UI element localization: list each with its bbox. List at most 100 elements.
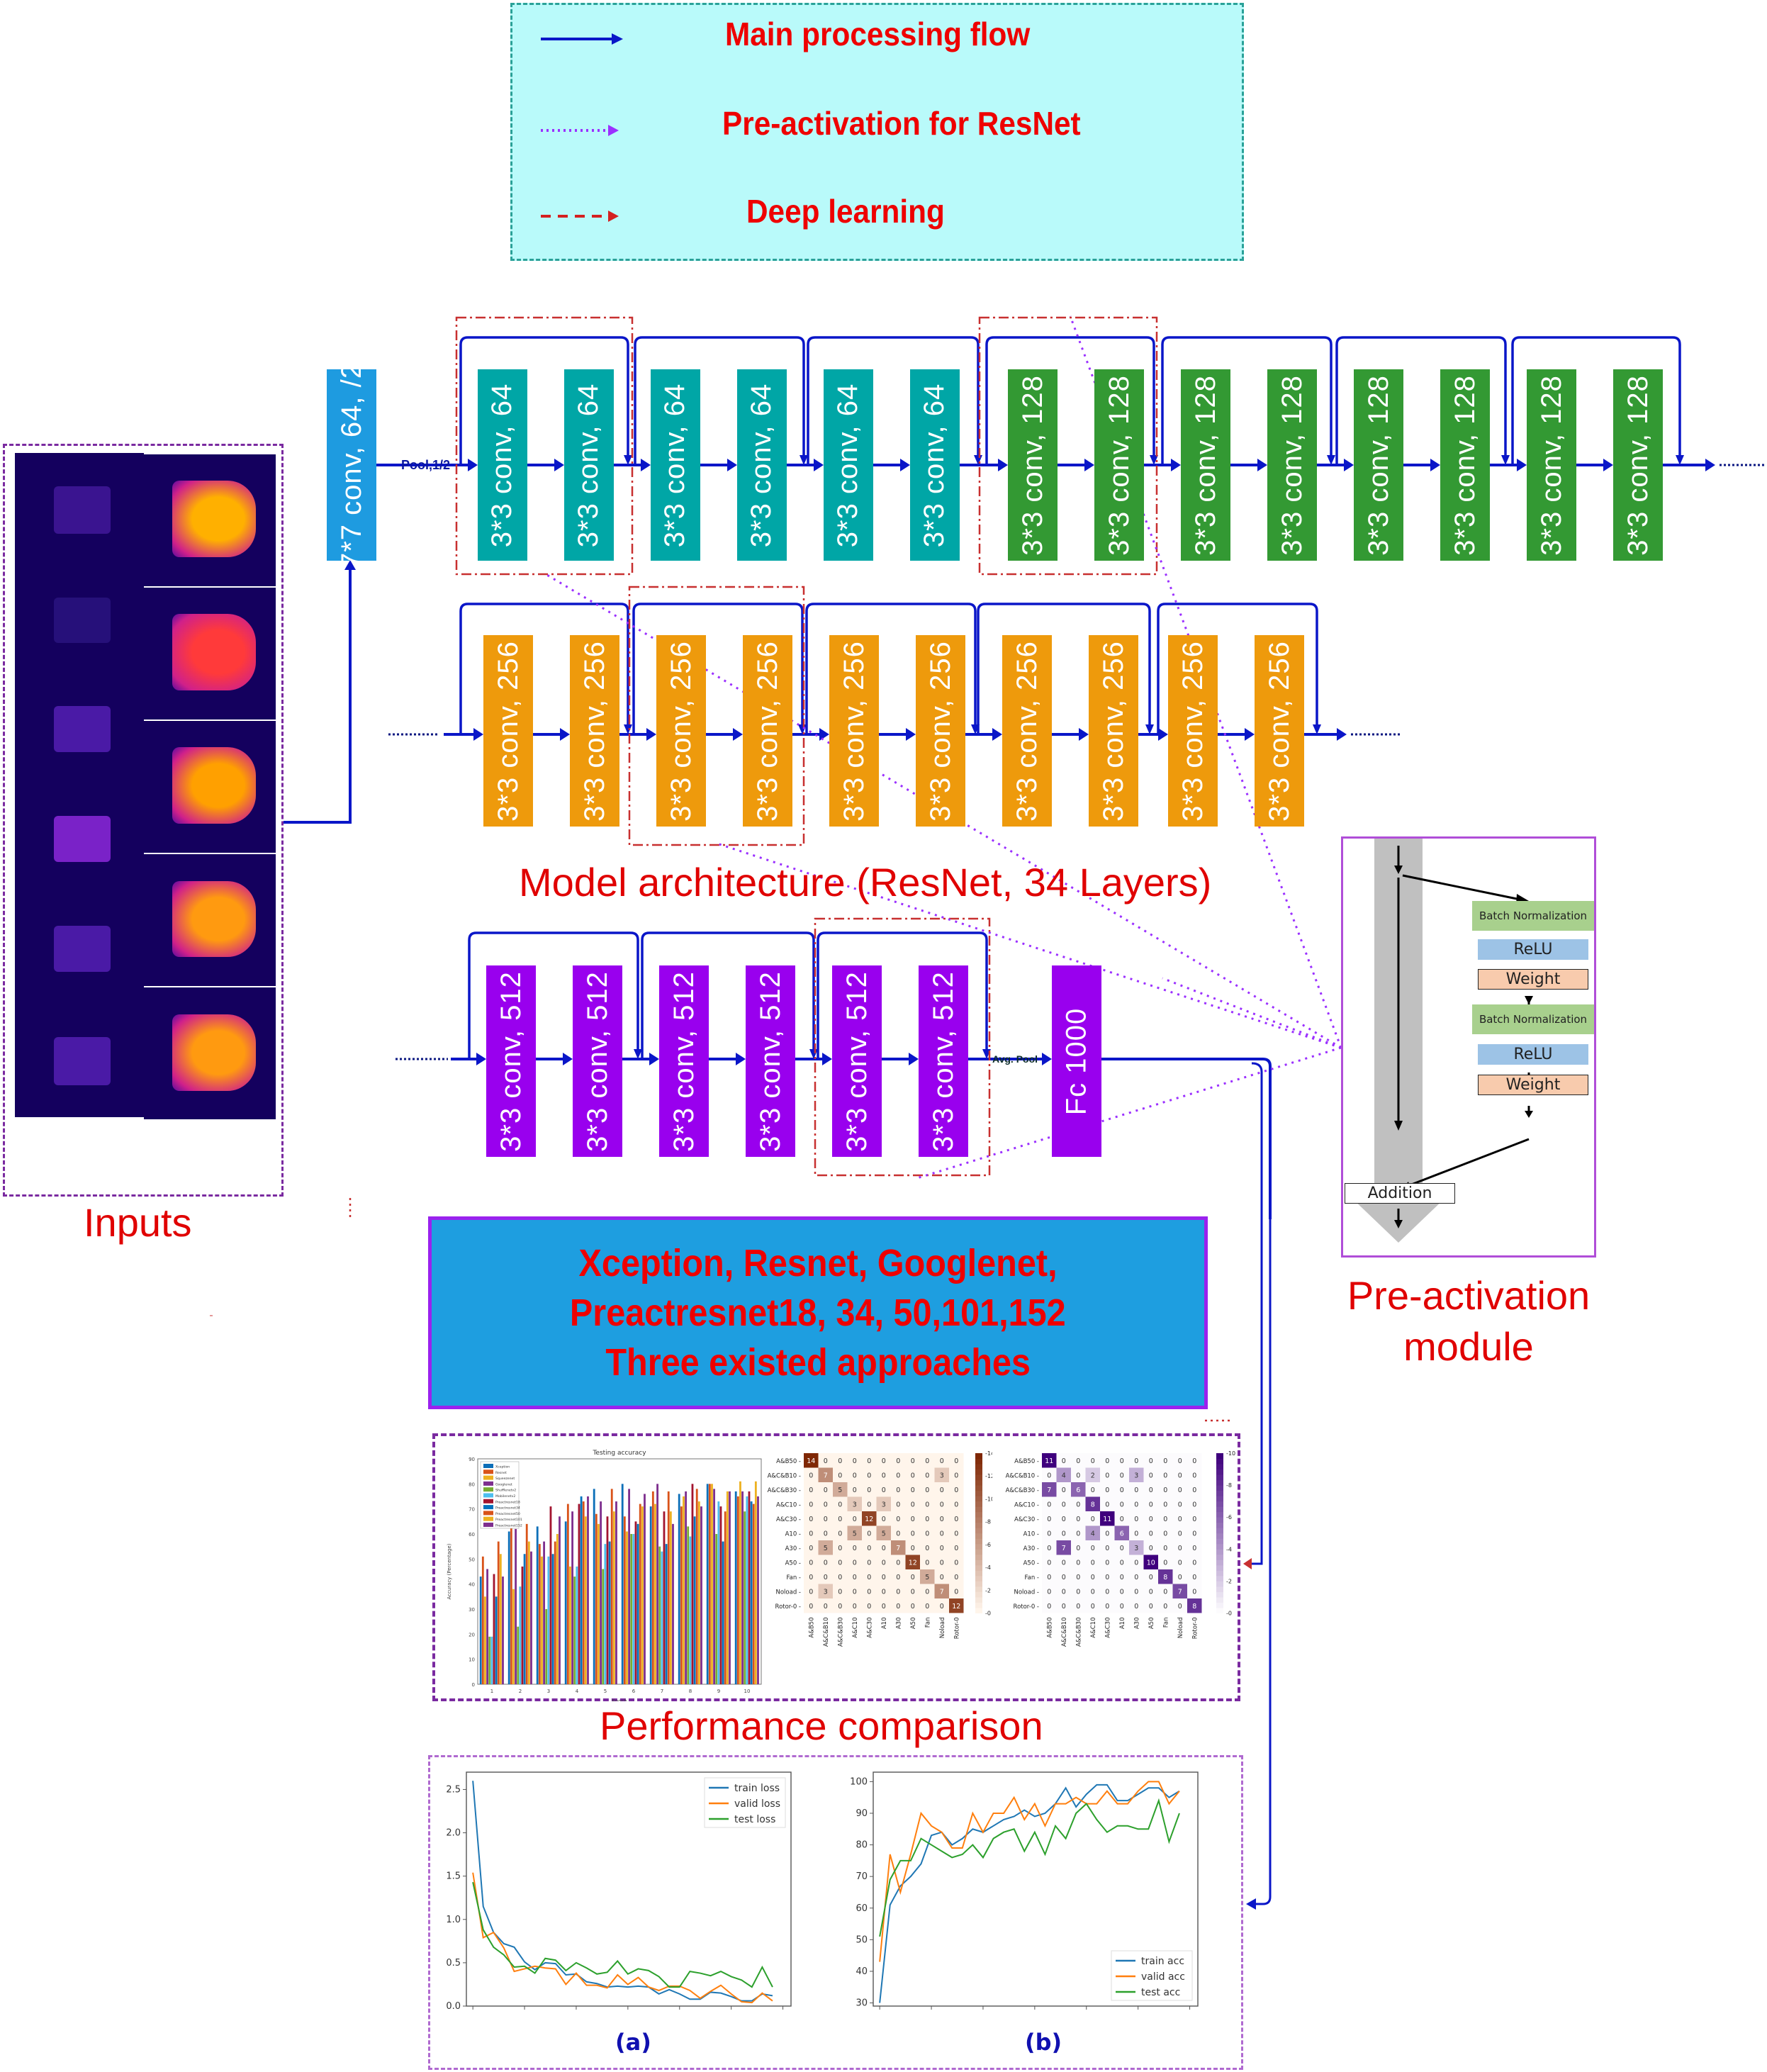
bar xyxy=(726,1491,729,1684)
cell-value: 0 xyxy=(954,1559,958,1567)
cell-value: 0 xyxy=(824,1574,828,1581)
colorbar-tick: -0 xyxy=(1226,1611,1232,1617)
bar xyxy=(545,1609,548,1684)
bar xyxy=(634,1521,637,1684)
cell-value: 0 xyxy=(853,1545,857,1552)
cell-value: 0 xyxy=(1192,1486,1196,1494)
bar xyxy=(493,1574,495,1684)
colorbar-segment xyxy=(975,1479,982,1486)
cell-value: 0 xyxy=(867,1559,871,1567)
cell-value: 0 xyxy=(1091,1603,1095,1611)
stage3-conv-block: 3*3 conv, 256 xyxy=(743,635,792,827)
stage4-conv-block: 3*3 conv, 512 xyxy=(573,965,622,1157)
colorbar-segment xyxy=(1216,1522,1223,1528)
legend-label: Preactresnet101 xyxy=(495,1518,522,1522)
bar xyxy=(708,1484,711,1684)
cell-value: 0 xyxy=(1105,1501,1109,1508)
arrow-head-icon xyxy=(909,1053,919,1065)
cell-value: 0 xyxy=(896,1457,900,1465)
legend-swatch xyxy=(483,1475,493,1480)
stage1-conv-block: 3*3 conv, 64 xyxy=(737,369,787,561)
arrow-head-icon xyxy=(624,455,632,465)
column-label: A&C30 xyxy=(1104,1618,1111,1638)
bar xyxy=(517,1626,520,1684)
cell-value: 0 xyxy=(911,1603,915,1611)
row-label: A50 - xyxy=(785,1559,801,1567)
bar xyxy=(717,1501,720,1684)
bar xyxy=(729,1491,731,1684)
cell-value: 0 xyxy=(867,1574,871,1581)
column-label: A&C10 xyxy=(1090,1618,1097,1638)
bar xyxy=(521,1566,524,1684)
colorbar-segment xyxy=(1216,1533,1223,1539)
bar xyxy=(551,1554,554,1684)
cell-value: 0 xyxy=(1149,1603,1153,1611)
bar xyxy=(641,1506,644,1684)
cell-value: 0 xyxy=(1120,1486,1124,1494)
cell-value: 0 xyxy=(954,1486,958,1494)
cell-value: 0 xyxy=(1105,1457,1109,1465)
row-label: A30 - xyxy=(1023,1545,1039,1552)
cell-value: 0 xyxy=(911,1545,915,1552)
conv-block-label: 3*3 conv, 128 xyxy=(1016,374,1048,556)
cell-value: 0 xyxy=(1163,1472,1167,1479)
conv-block-label: 3*3 conv, 256 xyxy=(492,640,524,822)
stage4-conv-block: 3*3 conv, 512 xyxy=(746,965,795,1157)
cell-value: 0 xyxy=(940,1545,944,1552)
stage2-conv-block: 3*3 conv, 128 xyxy=(1440,369,1490,561)
row-label: A&C10 - xyxy=(1014,1501,1039,1508)
cell-value: 0 xyxy=(1149,1501,1153,1508)
cell-value: 0 xyxy=(1134,1603,1138,1611)
stage1-conv-block: 3*3 conv, 64 xyxy=(910,369,960,561)
cell-value: 0 xyxy=(809,1559,813,1567)
cell-value: 0 xyxy=(1192,1530,1196,1538)
cell-value: 0 xyxy=(1091,1516,1095,1523)
bar xyxy=(741,1491,744,1684)
cell-value: 0 xyxy=(940,1530,944,1538)
legend-label: Squeezenet xyxy=(495,1477,515,1481)
colorbar-tick: -2 xyxy=(1226,1578,1232,1584)
cell-value: 0 xyxy=(1105,1530,1109,1538)
cell-value: 0 xyxy=(896,1588,900,1596)
legend-swatch xyxy=(483,1505,493,1510)
cell-value: 0 xyxy=(896,1516,900,1523)
bar xyxy=(486,1569,488,1684)
stage4-conv-block: 3*3 conv, 512 xyxy=(832,965,882,1157)
bar xyxy=(639,1503,641,1684)
conv-block-label: 3*3 conv, 64 xyxy=(746,383,778,547)
cell-value: 0 xyxy=(1134,1457,1138,1465)
bar xyxy=(484,1596,486,1684)
y-tick-label: 60 xyxy=(469,1532,475,1538)
colorbar-segment xyxy=(1216,1549,1223,1555)
stage3-conv-block: 3*3 conv, 256 xyxy=(1168,635,1218,827)
y-tick-label: 0.0 xyxy=(446,2001,461,2012)
y-tick-label: 2.5 xyxy=(446,1784,461,1795)
cell-value: 0 xyxy=(1047,1603,1051,1611)
cell-value: 0 xyxy=(1149,1472,1153,1479)
arrow-head-icon xyxy=(800,455,808,465)
cell-value: 8 xyxy=(1091,1501,1095,1508)
arrow-head-icon xyxy=(1344,459,1354,471)
cell-value: 0 xyxy=(867,1486,871,1494)
cell-value: 0 xyxy=(1062,1588,1066,1596)
bar xyxy=(510,1526,512,1684)
bar xyxy=(527,1541,530,1684)
arrow-head-icon xyxy=(906,728,916,741)
cell-value: 8 xyxy=(1163,1574,1167,1581)
cell-value: 0 xyxy=(1163,1530,1167,1538)
colorbar-segment xyxy=(1216,1538,1223,1545)
cell-value: 0 xyxy=(896,1574,900,1581)
x-axis-label: Epoch xyxy=(612,1698,627,1701)
cell-value: 6 xyxy=(1076,1486,1080,1494)
cell-value: 0 xyxy=(1178,1545,1182,1552)
bar xyxy=(713,1489,715,1684)
conv-block-label: 3*3 conv, 256 xyxy=(1011,640,1043,822)
cell-value: 0 xyxy=(853,1559,857,1567)
stage2-conv-block: 3*3 conv, 128 xyxy=(1267,369,1317,561)
cell-value: 3 xyxy=(824,1588,828,1596)
colorbar-tick: -8 xyxy=(985,1519,991,1525)
cell-value: 0 xyxy=(809,1603,813,1611)
bar xyxy=(722,1541,724,1684)
cell-value: 0 xyxy=(1076,1588,1080,1596)
cell-value: 0 xyxy=(1134,1559,1138,1567)
